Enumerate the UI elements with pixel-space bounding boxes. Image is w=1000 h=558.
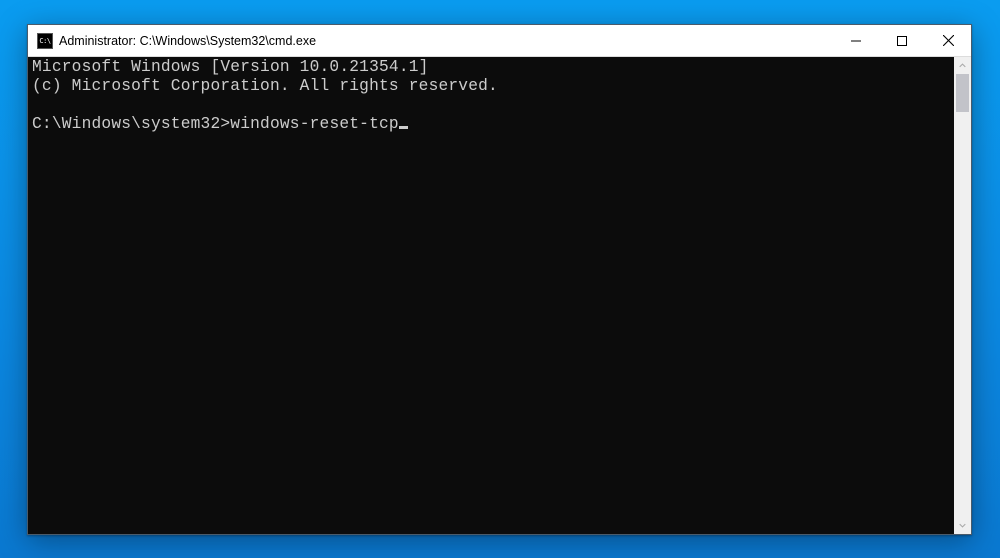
console-area: Microsoft Windows [Version 10.0.21354.1]… [28,57,971,534]
scroll-up-button[interactable] [954,57,971,74]
banner-line-1: Microsoft Windows [Version 10.0.21354.1] [32,58,429,76]
command-input[interactable]: windows-reset-tcp [230,115,399,133]
minimize-button[interactable] [833,25,879,56]
chevron-up-icon [959,62,966,69]
maximize-button[interactable] [879,25,925,56]
prompt: C:\Windows\system32> [32,115,230,133]
cmd-icon: C:\ [37,33,53,49]
scroll-track[interactable] [954,74,971,517]
scroll-down-button[interactable] [954,517,971,534]
scroll-thumb[interactable] [956,74,969,112]
banner-line-2: (c) Microsoft Corporation. All rights re… [32,77,498,95]
window-title: Administrator: C:\Windows\System32\cmd.e… [59,34,833,48]
cmd-icon-label: C:\ [39,37,50,45]
minimize-icon [851,36,861,46]
titlebar[interactable]: C:\ Administrator: C:\Windows\System32\c… [28,25,971,57]
close-icon [943,35,954,46]
window-controls [833,25,971,56]
cursor [399,126,408,129]
chevron-down-icon [959,522,966,529]
close-button[interactable] [925,25,971,56]
cmd-window: C:\ Administrator: C:\Windows\System32\c… [27,24,972,535]
vertical-scrollbar[interactable] [954,57,971,534]
console-output[interactable]: Microsoft Windows [Version 10.0.21354.1]… [28,57,954,534]
maximize-icon [897,36,907,46]
